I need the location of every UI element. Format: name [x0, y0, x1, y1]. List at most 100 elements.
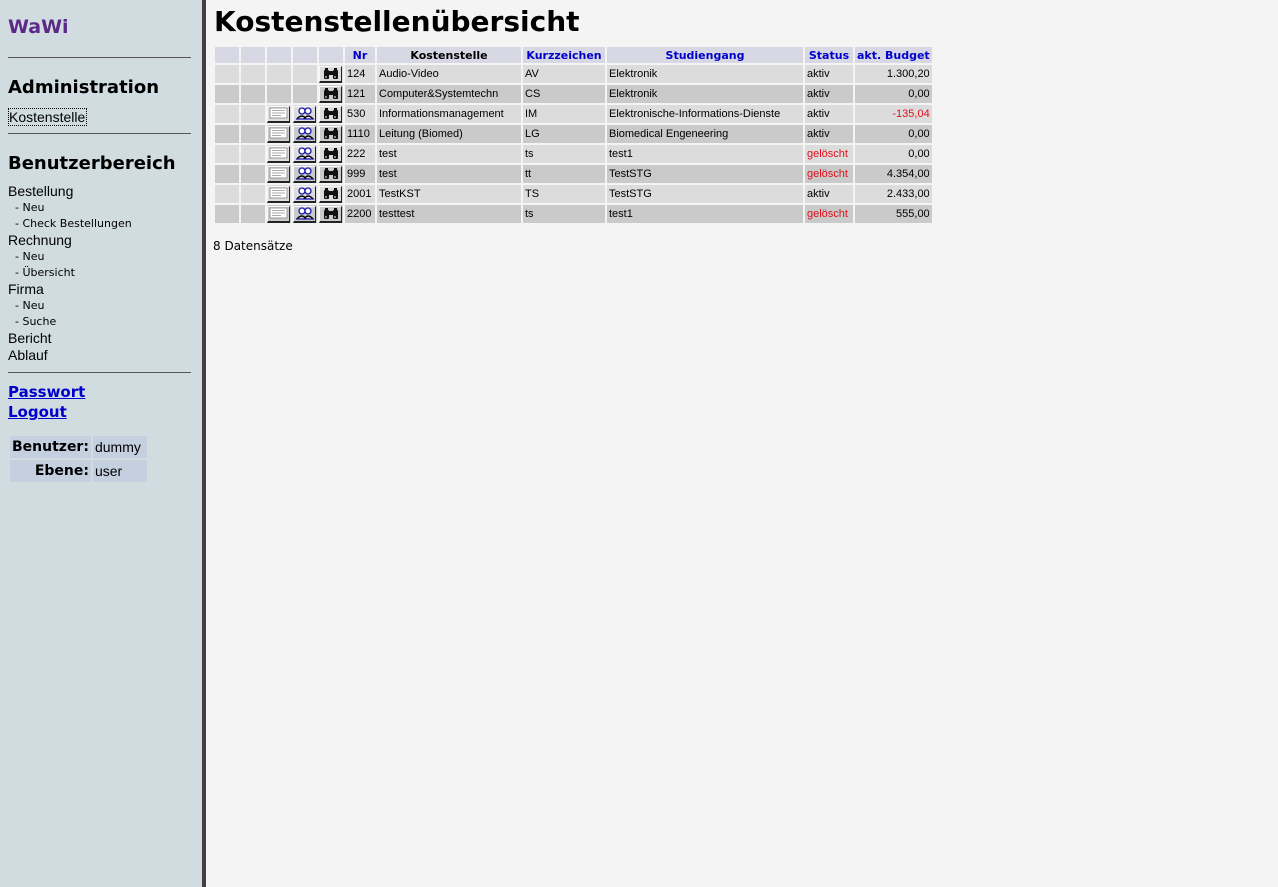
- cell-budget: -135,04: [855, 105, 932, 123]
- edit-document-icon-cell: [267, 85, 291, 103]
- cell-status: gelöscht: [805, 145, 853, 163]
- edit-document-icon[interactable]: [267, 105, 290, 123]
- cell-budget: 555,00: [855, 205, 932, 223]
- submenu-item[interactable]: - Neu: [8, 200, 191, 216]
- blank-cell: [241, 185, 265, 203]
- cell-kostenstelle: testtest: [377, 205, 521, 223]
- cell-status: gelöscht: [805, 165, 853, 183]
- menu-item[interactable]: Rechnung: [8, 232, 191, 249]
- column-header-kurzzeichen[interactable]: Kurzzeichen: [523, 47, 605, 63]
- menu-item[interactable]: Ablauf: [8, 347, 191, 364]
- cell-budget: 2.433,00: [855, 185, 932, 203]
- users-icon[interactable]: [293, 205, 316, 223]
- divider: [8, 57, 191, 58]
- submenu-item[interactable]: - Neu: [8, 298, 191, 314]
- blank-cell: [241, 65, 265, 83]
- users-icon-cell: [293, 185, 317, 203]
- record-count: 8 Datensätze: [213, 239, 293, 253]
- edit-document-icon[interactable]: [267, 165, 290, 183]
- logout-link[interactable]: Logout: [8, 402, 191, 422]
- kostenstelle-link[interactable]: Kostenstelle: [8, 108, 88, 126]
- sidebar: WaWi Administration Kostenstelle Benutze…: [0, 0, 206, 887]
- header-blank: [293, 47, 317, 63]
- binoculars-icon[interactable]: [319, 185, 342, 203]
- cell-nr: 2200: [345, 205, 375, 223]
- password-link[interactable]: Passwort: [8, 382, 191, 402]
- app-brand[interactable]: WaWi: [8, 15, 191, 39]
- users-icon[interactable]: [293, 105, 316, 123]
- edit-document-icon[interactable]: [267, 145, 290, 163]
- cell-studiengang: TestSTG: [607, 165, 803, 183]
- submenu-item[interactable]: - Suche: [8, 314, 191, 330]
- edit-document-icon[interactable]: [267, 205, 290, 223]
- binoculars-icon-cell: [319, 205, 343, 223]
- binoculars-icon-cell: [319, 185, 343, 203]
- submenu-item[interactable]: - Check Bestellungen: [8, 216, 191, 232]
- binoculars-icon[interactable]: [319, 125, 342, 143]
- cell-studiengang: TestSTG: [607, 185, 803, 203]
- binoculars-icon[interactable]: [319, 105, 342, 123]
- cell-studiengang: Elektronische-Informations-Dienste: [607, 105, 803, 123]
- main-content: Kostenstellenübersicht Nr Kostenstelle K…: [206, 0, 1278, 887]
- blank-cell: [241, 205, 265, 223]
- edit-document-icon[interactable]: [267, 185, 290, 203]
- cell-budget: 0,00: [855, 145, 932, 163]
- cell-studiengang: test1: [607, 205, 803, 223]
- cell-kurzzeichen: CS: [523, 85, 605, 103]
- blank-cell: [215, 165, 239, 183]
- users-icon-cell: [293, 65, 317, 83]
- binoculars-icon[interactable]: [319, 145, 342, 163]
- edit-document-icon-cell: [267, 205, 291, 223]
- edit-document-icon-cell: [267, 165, 291, 183]
- submenu-item[interactable]: - Übersicht: [8, 265, 191, 281]
- submenu-item[interactable]: - Neu: [8, 249, 191, 265]
- users-icon[interactable]: [293, 125, 316, 143]
- menu-item[interactable]: Bericht: [8, 330, 191, 347]
- users-icon[interactable]: [293, 145, 316, 163]
- binoculars-icon-cell: [319, 105, 343, 123]
- header-blank: [241, 47, 265, 63]
- cell-status: aktiv: [805, 85, 853, 103]
- column-header-nr[interactable]: Nr: [345, 47, 375, 63]
- binoculars-icon[interactable]: [319, 165, 342, 183]
- page-title: Kostenstellenübersicht: [214, 5, 580, 38]
- column-header-budget[interactable]: akt. Budget: [855, 47, 932, 63]
- menu-item[interactable]: Firma: [8, 281, 191, 298]
- cell-kostenstelle: Informationsmanagement: [377, 105, 521, 123]
- cell-kostenstelle: Audio-Video: [377, 65, 521, 83]
- cell-nr: 222: [345, 145, 375, 163]
- user-section-title: Benutzerbereich: [8, 153, 176, 174]
- cell-nr: 999: [345, 165, 375, 183]
- users-icon-cell: [293, 205, 317, 223]
- column-header-status[interactable]: Status: [805, 47, 853, 63]
- binoculars-icon-cell: [319, 165, 343, 183]
- table-header-row: Nr Kostenstelle Kurzzeichen Studiengang …: [215, 47, 932, 63]
- blank-cell: [241, 85, 265, 103]
- column-header-kostenstelle: Kostenstelle: [377, 47, 521, 63]
- user-info-table: Benutzer: dummy Ebene: user: [8, 434, 149, 484]
- cell-budget: 0,00: [855, 125, 932, 143]
- binoculars-icon[interactable]: [319, 205, 342, 223]
- cell-status: aktiv: [805, 105, 853, 123]
- table-row: 222 test ts test1 gelöscht 0,00: [215, 145, 932, 163]
- user-menu: Bestellung - Neu - Check Bestellungen Rechn…: [8, 183, 191, 364]
- cell-kostenstelle: Leitung (Biomed): [377, 125, 521, 143]
- menu-item[interactable]: Bestellung: [8, 183, 191, 200]
- column-header-studiengang[interactable]: Studiengang: [607, 47, 803, 63]
- blank-cell: [215, 105, 239, 123]
- cell-nr: 1110: [345, 125, 375, 143]
- edit-document-icon[interactable]: [267, 125, 290, 143]
- blank-cell: [241, 145, 265, 163]
- users-icon[interactable]: [293, 165, 316, 183]
- cell-studiengang: Biomedical Engeneering: [607, 125, 803, 143]
- cell-kostenstelle: Computer&Systemtechn: [377, 85, 521, 103]
- users-icon[interactable]: [293, 185, 316, 203]
- cell-kurzzeichen: ts: [523, 145, 605, 163]
- table-row: 121 Computer&Systemtechn CS Elektronik aktiv…: [215, 85, 932, 103]
- cell-kurzzeichen: AV: [523, 65, 605, 83]
- edit-document-icon-cell: [267, 65, 291, 83]
- blank-cell: [241, 165, 265, 183]
- binoculars-icon[interactable]: [319, 65, 342, 83]
- blank-cell: [241, 125, 265, 143]
- binoculars-icon[interactable]: [319, 85, 342, 103]
